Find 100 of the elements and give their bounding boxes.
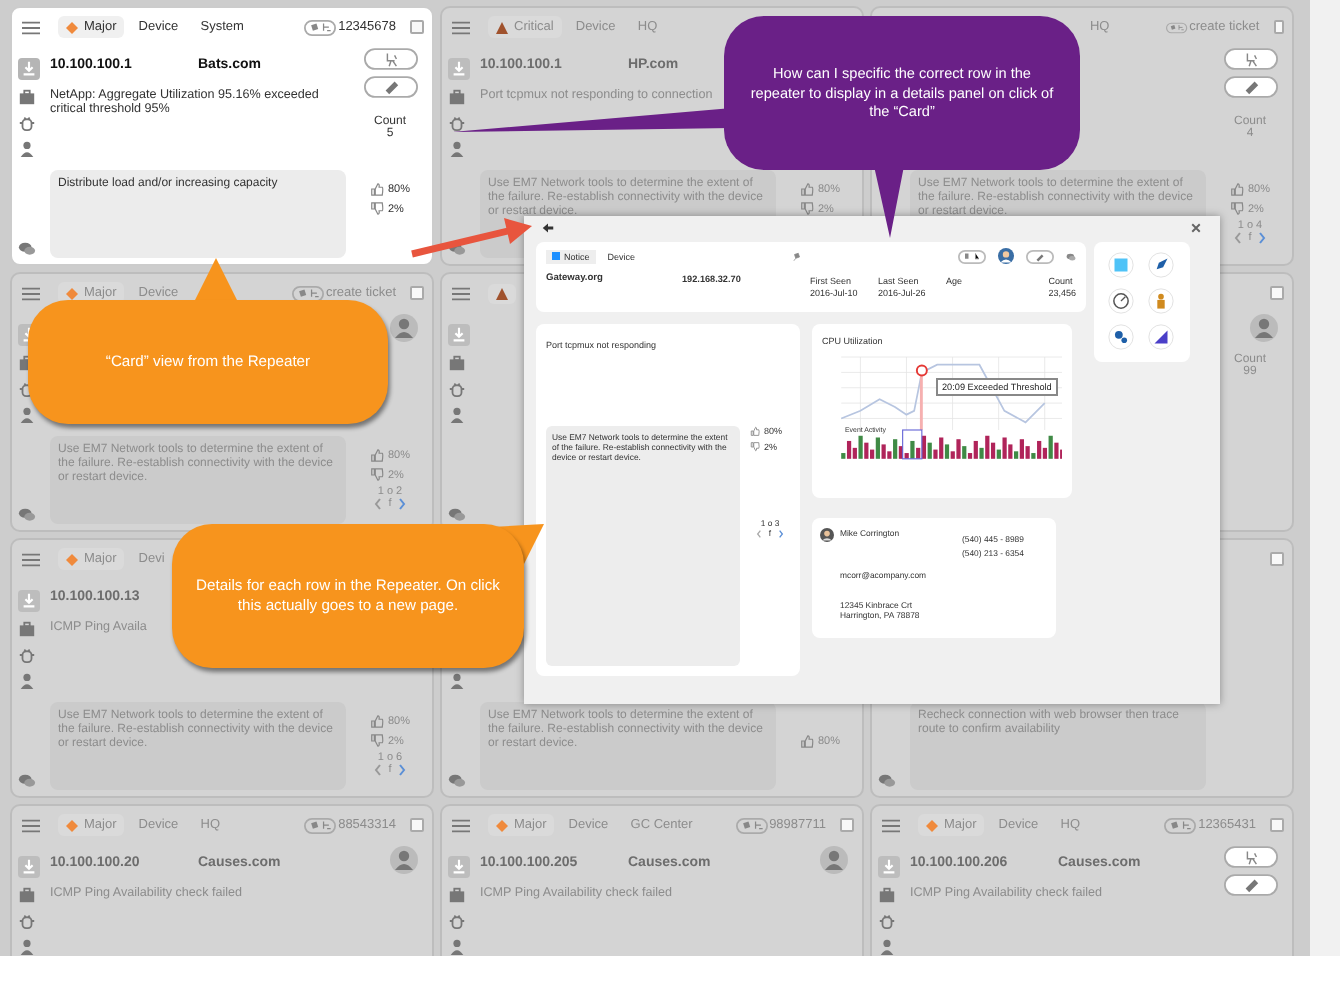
select-checkbox[interactable] bbox=[1273, 20, 1284, 34]
ticket-assign-icon[interactable] bbox=[735, 817, 768, 833]
edit-button[interactable] bbox=[1223, 76, 1277, 98]
assign-button[interactable] bbox=[1223, 846, 1277, 868]
previous-icon[interactable] bbox=[374, 764, 383, 776]
person-icon[interactable] bbox=[18, 140, 36, 158]
ticket-assign-icon[interactable] bbox=[304, 817, 337, 833]
edit-button[interactable] bbox=[1026, 249, 1054, 263]
previous-icon[interactable] bbox=[756, 529, 763, 537]
person-icon[interactable] bbox=[18, 672, 36, 690]
briefcase-icon[interactable] bbox=[18, 886, 36, 904]
person-icon[interactable] bbox=[448, 938, 466, 956]
person-icon[interactable] bbox=[18, 406, 36, 424]
chat-icon[interactable] bbox=[448, 240, 466, 258]
bar-chart-icon[interactable] bbox=[1148, 324, 1174, 350]
person-icon[interactable] bbox=[878, 938, 896, 956]
bug-icon[interactable] bbox=[448, 380, 466, 398]
thumbs-up-icon[interactable] bbox=[799, 734, 814, 748]
download-icon[interactable] bbox=[18, 590, 40, 612]
person-icon[interactable] bbox=[448, 406, 466, 424]
briefcase-icon[interactable] bbox=[878, 886, 896, 904]
chat-icon[interactable] bbox=[878, 772, 896, 790]
ticket-assign-icon[interactable] bbox=[304, 19, 337, 35]
thumbs-down-icon[interactable] bbox=[369, 468, 384, 482]
thumbs-down-icon[interactable] bbox=[799, 202, 814, 216]
menu-icon[interactable] bbox=[882, 817, 900, 833]
bug-icon[interactable] bbox=[448, 912, 466, 930]
thumbs-up-icon[interactable] bbox=[369, 182, 384, 196]
chat-icon[interactable] bbox=[18, 772, 36, 790]
next-icon[interactable] bbox=[777, 529, 784, 537]
threshold-marker-line bbox=[919, 372, 923, 430]
thumbs-up-icon[interactable] bbox=[369, 714, 384, 728]
select-checkbox[interactable] bbox=[1270, 552, 1284, 566]
select-checkbox[interactable] bbox=[410, 20, 424, 34]
person-icon[interactable] bbox=[448, 140, 466, 158]
download-icon[interactable] bbox=[448, 324, 470, 346]
next-icon[interactable] bbox=[397, 498, 406, 510]
chat-icon[interactable] bbox=[18, 506, 36, 524]
briefcase-icon[interactable] bbox=[18, 88, 36, 106]
back-arrow-icon[interactable] bbox=[542, 222, 554, 234]
thumbs-up-icon[interactable] bbox=[799, 182, 814, 196]
ticket-assign-icon[interactable] bbox=[1165, 19, 1188, 35]
chat-icon[interactable] bbox=[18, 240, 36, 258]
menu-icon[interactable] bbox=[22, 817, 40, 833]
close-icon[interactable] bbox=[1190, 222, 1202, 234]
select-checkbox[interactable] bbox=[410, 818, 424, 832]
ticket-assign-icon[interactable] bbox=[958, 249, 986, 263]
download-icon[interactable] bbox=[18, 856, 40, 878]
bug-icon[interactable] bbox=[18, 912, 36, 930]
next-icon[interactable] bbox=[397, 764, 406, 776]
person-icon[interactable] bbox=[1148, 288, 1174, 314]
gauge-icon[interactable] bbox=[1108, 288, 1134, 314]
menu-icon[interactable] bbox=[452, 19, 470, 35]
thumbs-down-icon[interactable] bbox=[1229, 202, 1244, 216]
select-checkbox[interactable] bbox=[840, 818, 854, 832]
rocket-icon[interactable] bbox=[1148, 252, 1174, 278]
next-icon[interactable] bbox=[1257, 232, 1266, 244]
previous-icon[interactable] bbox=[1234, 232, 1243, 244]
briefcase-icon[interactable] bbox=[448, 88, 466, 106]
select-checkbox[interactable] bbox=[1270, 818, 1284, 832]
briefcase-icon[interactable] bbox=[18, 620, 36, 638]
gears-icon[interactable] bbox=[1108, 324, 1134, 350]
selection-box[interactable] bbox=[902, 429, 923, 460]
person-icon[interactable] bbox=[448, 672, 466, 690]
ticket-assign-icon[interactable] bbox=[1164, 817, 1197, 833]
thumbs-up-icon[interactable] bbox=[369, 448, 384, 462]
menu-icon[interactable] bbox=[22, 551, 40, 567]
thumbs-down-icon[interactable] bbox=[750, 442, 760, 452]
bug-icon[interactable] bbox=[878, 912, 896, 930]
threshold-marker[interactable] bbox=[915, 364, 928, 377]
edit-button[interactable] bbox=[363, 76, 417, 98]
thumbs-up-icon[interactable] bbox=[750, 426, 760, 436]
thumbs-down-icon[interactable] bbox=[369, 202, 384, 216]
menu-icon[interactable] bbox=[452, 285, 470, 301]
select-checkbox[interactable] bbox=[410, 286, 424, 300]
grid-icon[interactable] bbox=[1108, 252, 1134, 278]
select-checkbox[interactable] bbox=[1270, 286, 1284, 300]
assign-button[interactable] bbox=[1223, 48, 1277, 70]
briefcase-icon[interactable] bbox=[448, 886, 466, 904]
chat-icon[interactable] bbox=[448, 506, 466, 524]
thumbs-down-icon[interactable] bbox=[369, 734, 384, 748]
assign-button[interactable] bbox=[363, 48, 417, 70]
chat-icon[interactable] bbox=[448, 772, 466, 790]
download-icon[interactable] bbox=[878, 856, 900, 878]
previous-icon[interactable] bbox=[374, 498, 383, 510]
chat-icon[interactable] bbox=[1066, 251, 1076, 261]
menu-icon[interactable] bbox=[452, 817, 470, 833]
menu-icon[interactable] bbox=[22, 285, 40, 301]
menu-icon[interactable] bbox=[22, 19, 40, 35]
download-icon[interactable] bbox=[18, 58, 40, 80]
download-icon[interactable] bbox=[448, 856, 470, 878]
download-icon[interactable] bbox=[448, 58, 470, 80]
person-icon[interactable] bbox=[18, 938, 36, 956]
bug-icon[interactable] bbox=[18, 114, 36, 132]
pin-icon[interactable] bbox=[791, 251, 802, 261]
thumbs-up-icon[interactable] bbox=[1229, 182, 1244, 196]
edit-button[interactable] bbox=[1223, 874, 1277, 896]
bug-icon[interactable] bbox=[448, 114, 466, 132]
briefcase-icon[interactable] bbox=[448, 354, 466, 372]
bug-icon[interactable] bbox=[18, 646, 36, 664]
